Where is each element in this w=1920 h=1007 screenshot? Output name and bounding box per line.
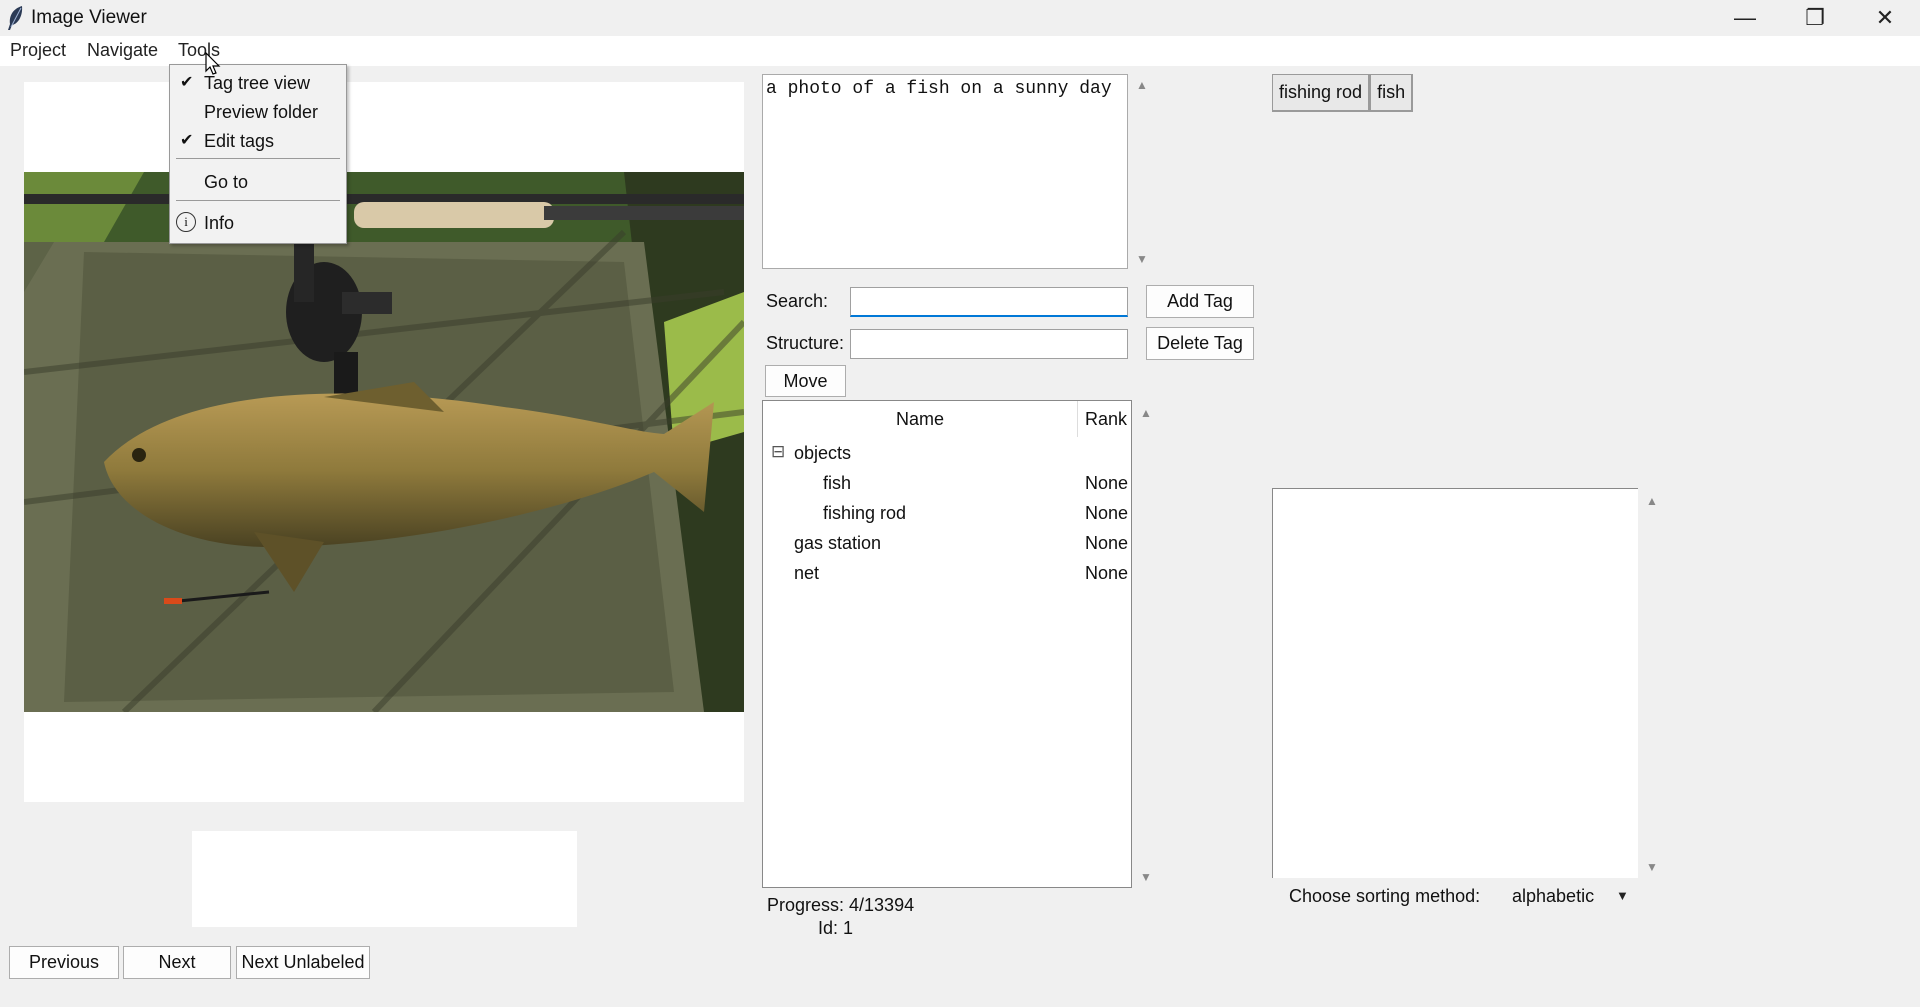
thumbnail-area xyxy=(192,831,577,927)
maximize-button[interactable]: ❐ xyxy=(1780,0,1850,36)
menu-item-preview-folder[interactable]: Preview folder xyxy=(204,102,318,123)
info-icon: i xyxy=(176,212,196,232)
search-label: Search: xyxy=(766,291,829,311)
tag-chip[interactable]: fishing rod xyxy=(1272,74,1371,112)
menu-project[interactable]: Project xyxy=(10,40,66,61)
tree-scroll-down[interactable]: ▼ xyxy=(1140,870,1152,884)
menu-separator xyxy=(176,200,340,201)
feather-icon xyxy=(8,6,23,30)
tree-row-rank: None xyxy=(1085,563,1129,583)
tree-row-name: fish xyxy=(823,473,852,493)
tree-row-name: objects xyxy=(794,443,852,463)
tag-chip[interactable]: fish xyxy=(1370,74,1414,112)
list-scroll-down[interactable]: ▼ xyxy=(1646,860,1658,874)
column-header-rank[interactable]: Rank xyxy=(1079,401,1131,437)
tag-listbox[interactable] xyxy=(1272,488,1638,878)
menu-bar xyxy=(0,36,1920,66)
sorting-value: alphabetic xyxy=(1512,886,1595,906)
sorting-label: Choose sorting method: xyxy=(1289,886,1481,906)
sorting-select[interactable]: alphabetic ▼ xyxy=(1506,880,1638,912)
id-label: Id: 1 xyxy=(818,918,854,938)
tree-row-rank: None xyxy=(1085,503,1129,523)
tree-row[interactable]: fishing rod None xyxy=(763,499,1131,529)
mouse-cursor-icon xyxy=(205,52,221,75)
menu-navigate[interactable]: Navigate xyxy=(87,40,158,61)
add-tag-button[interactable]: Add Tag xyxy=(1146,285,1254,318)
tree-row-rank: None xyxy=(1085,533,1129,553)
previous-button[interactable]: Previous xyxy=(9,946,119,979)
chevron-down-icon: ▼ xyxy=(1616,888,1629,903)
next-button[interactable]: Next xyxy=(123,946,231,979)
tree-row-name: net xyxy=(794,563,820,583)
close-button[interactable]: ✕ xyxy=(1850,0,1920,36)
tree-row[interactable]: ⊟ objects xyxy=(763,439,1131,469)
structure-input[interactable] xyxy=(850,329,1128,359)
applied-tags: fishing rod fish xyxy=(1272,74,1414,112)
delete-tag-button[interactable]: Delete Tag xyxy=(1146,327,1254,360)
window-title: Image Viewer xyxy=(31,7,147,28)
minimize-button[interactable]: — xyxy=(1710,0,1780,36)
collapse-icon[interactable]: ⊟ xyxy=(771,442,785,462)
caption-textarea[interactable]: a photo of a fish on a sunny day xyxy=(762,74,1128,269)
caption-scroll-down[interactable]: ▼ xyxy=(1136,252,1148,266)
menu-item-tag-tree-view[interactable]: Tag tree view xyxy=(204,73,310,94)
structure-label: Structure: xyxy=(766,333,845,353)
tree-row[interactable]: gas station None xyxy=(763,529,1131,559)
tree-row-rank: None xyxy=(1085,473,1129,493)
check-icon: ✔ xyxy=(180,74,194,91)
tree-row[interactable]: fish None xyxy=(763,469,1131,499)
image-preview xyxy=(24,172,744,712)
search-input[interactable] xyxy=(850,287,1128,317)
tree-row[interactable]: net None xyxy=(763,559,1131,589)
check-icon: ✔ xyxy=(180,132,194,149)
menu-item-go-to[interactable]: Go to xyxy=(204,172,248,193)
move-button[interactable]: Move xyxy=(765,365,846,397)
caption-scroll-up[interactable]: ▲ xyxy=(1136,78,1148,92)
next-unlabeled-button[interactable]: Next Unlabeled xyxy=(236,946,370,979)
tree-scroll-up[interactable]: ▲ xyxy=(1140,406,1152,420)
tree-row-name: fishing rod xyxy=(823,503,907,523)
menu-item-edit-tags[interactable]: Edit tags xyxy=(204,131,274,152)
list-scroll-up[interactable]: ▲ xyxy=(1646,494,1658,508)
tree-row-name: gas station xyxy=(794,533,882,553)
tag-tree[interactable]: Name Rank ⊟ objects fish None fishing ro… xyxy=(762,400,1132,888)
column-header-name[interactable]: Name xyxy=(763,401,1078,437)
menu-item-info[interactable]: Info xyxy=(204,213,234,234)
tools-dropdown-menu: ✔ Tag tree view Preview folder ✔ Edit ta… xyxy=(169,64,347,244)
title-bar xyxy=(0,0,1920,36)
progress-label: Progress: 4/13394 xyxy=(767,895,915,915)
menu-separator xyxy=(176,158,340,159)
